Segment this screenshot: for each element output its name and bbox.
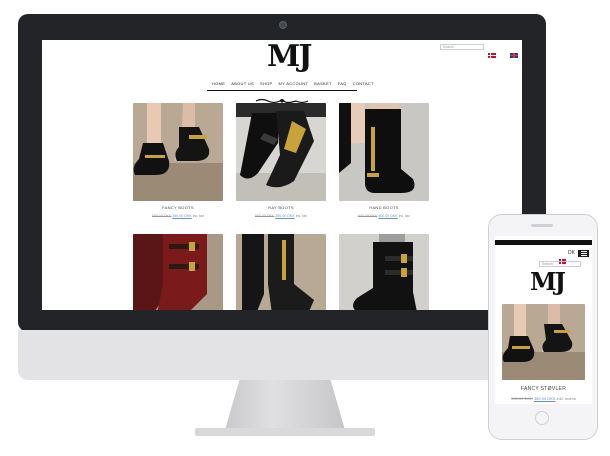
tax-note: inc. tax [192, 214, 205, 218]
ornament-icon [254, 91, 310, 104]
home-button-icon[interactable] [535, 411, 549, 425]
tax-note: inc. tax [398, 214, 411, 218]
product-image-red-boots[interactable] [133, 234, 223, 310]
new-price: 350,00 DKK [533, 396, 556, 401]
tax-note: inkl. moms [556, 396, 576, 401]
new-price: 350,00 DKK [275, 214, 295, 218]
ornament-icon [525, 297, 562, 310]
new-price: 400,00 DKK [378, 214, 398, 218]
site-logo[interactable]: MJ [530, 268, 566, 296]
product-image-fancy-boots[interactable] [133, 103, 223, 201]
nav-home[interactable]: HOME [212, 81, 225, 86]
site-logo[interactable]: MJ [267, 40, 312, 74]
nav-my-account[interactable]: MY ACCOUNT [279, 81, 309, 86]
product-image-fancy-boots[interactable] [502, 304, 585, 380]
search-placeholder: Search [542, 262, 554, 266]
product-price: 640,00 DKK 400,00 DKK inc. tax [339, 214, 429, 218]
product-title[interactable]: FANCY STØVLER [495, 386, 592, 392]
old-price: 640,00 DKK [357, 214, 378, 218]
search-placeholder: Search [443, 45, 455, 49]
danish-flag-icon[interactable] [488, 53, 496, 58]
monitor-stand [225, 380, 345, 430]
main-nav: HOME ABOUT US SHOP MY ACCOUNT BASKET FAQ… [212, 81, 374, 86]
product-price: 590,00 DKK 350,00 DKK inkl. moms [495, 396, 592, 401]
webcam-icon [279, 21, 287, 29]
monitor-chin [18, 330, 546, 380]
product-title[interactable]: RAY BOOTS [236, 205, 326, 210]
english-flag-icon[interactable] [510, 53, 519, 58]
product-title[interactable]: HAND BOOTS [339, 205, 429, 210]
nav-basket[interactable]: BASKET [314, 81, 332, 86]
phone-top-bar [495, 240, 592, 245]
new-price: 350,00 DKK [172, 214, 192, 218]
nav-faq[interactable]: FAQ [338, 81, 347, 86]
old-price: 500,00 DKK [254, 214, 275, 218]
tax-note: inc. tax [295, 214, 308, 218]
product-price: 590,00 DKK 350,00 DKK inc. tax [133, 214, 223, 218]
monitor-stand-base [195, 428, 375, 436]
search-input[interactable]: Search [440, 44, 484, 50]
old-price: 590,00 DKK [151, 214, 172, 218]
phone-speaker [531, 224, 553, 227]
nav-contact[interactable]: CONTACT [353, 81, 374, 86]
nav-about-us[interactable]: ABOUT US [231, 81, 254, 86]
phone-screen: DK Search MJ FANCY STØVLER 590,00 DKK 35… [495, 236, 592, 404]
language-label[interactable]: DK [568, 250, 575, 256]
product-price: 500,00 DKK 350,00 DKK inc. tax [236, 214, 326, 218]
product-image-ray-boots[interactable] [236, 103, 326, 201]
product-title[interactable]: FANCY BOOTS [133, 205, 223, 210]
product-image-black-sock-boots[interactable] [236, 234, 326, 310]
desktop-screen: Search MJ HOME ABOUT US SHOP MY ACCOUNT … [42, 40, 522, 310]
old-price: 590,00 DKK [511, 396, 533, 401]
hamburger-menu-icon[interactable] [578, 250, 589, 257]
product-image-buckle-boots[interactable] [339, 234, 429, 310]
nav-shop[interactable]: SHOP [260, 81, 273, 86]
product-image-hand-boots[interactable] [339, 103, 429, 201]
